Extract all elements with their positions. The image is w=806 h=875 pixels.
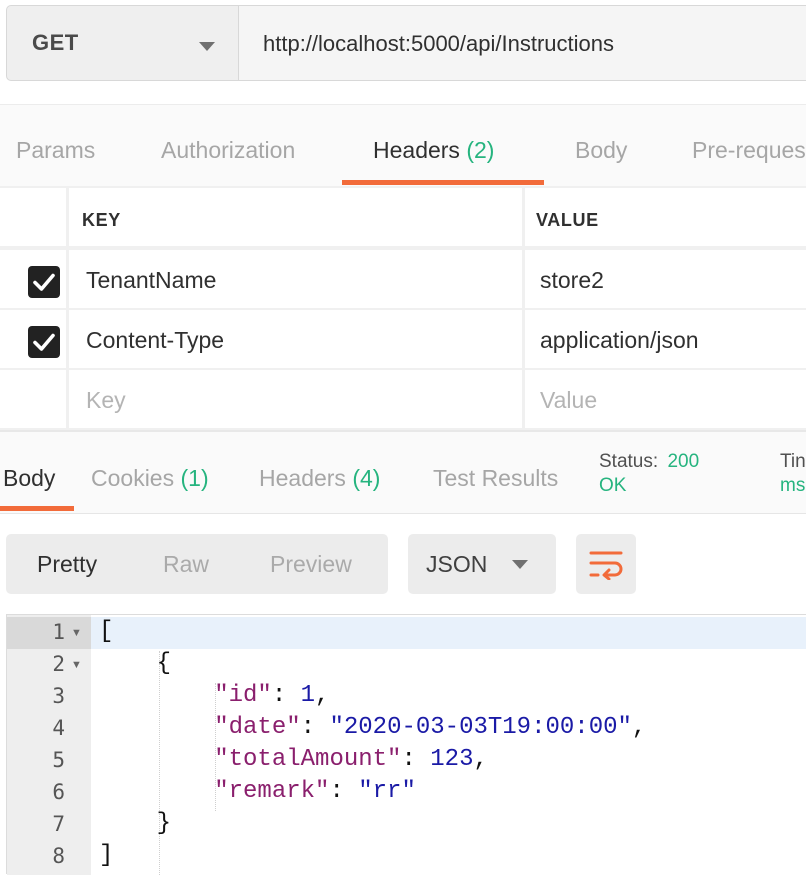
tab-headers-label: Headers [373,137,460,163]
status-readout: Status: 200 [599,451,699,473]
value-placeholder: Value [540,387,598,413]
code-line: "date": "2020-03-03T19:00:00", [214,714,647,741]
value-input[interactable]: Value [525,370,806,428]
tab-authorization[interactable]: Authorization [161,137,295,164]
table-row: Content-Type application/json [0,310,806,368]
tab-headers-count: (2) [466,137,495,163]
check-icon [33,333,55,351]
tab-body[interactable]: Body [575,137,627,164]
tab-pre-request[interactable]: Pre-reques [692,137,806,164]
request-bar: GET http://localhost:5000/api/Instructio… [0,0,806,104]
method-select[interactable]: GET [6,5,238,81]
code-line: "id": 1, [214,682,330,709]
value-column-header: VALUE [525,188,806,246]
value-text: application/json [540,327,699,353]
headers-table: KEY VALUE TenantName store2 Content-Type… [0,186,806,430]
key-text: TenantName [86,267,217,293]
line-number: 7 [52,812,65,836]
fold-arrow-icon[interactable]: ▼ [71,627,82,639]
table-row: TenantName store2 [0,250,806,308]
line-number: 2 [52,652,65,676]
key-cell[interactable]: Content-Type [69,310,522,368]
code-line: [ [99,618,114,645]
value-text: store2 [540,267,604,293]
line-number: 3 [52,684,65,708]
format-label: JSON [426,551,488,577]
chevron-down-icon [512,560,528,569]
line-number: 8 [52,844,65,868]
time-value: ms [780,475,806,496]
table-header-row: KEY VALUE [0,188,806,246]
response-tab-body[interactable]: Body [3,465,55,492]
code-line: ] [99,842,114,869]
line-number: 6 [52,780,65,804]
row-checkbox[interactable] [28,326,60,358]
row-checkbox[interactable] [28,266,60,298]
url-text: http://localhost:5000/api/Instructions [263,31,614,56]
request-tabs: Params Authorization Headers (2) Body Pr… [0,104,806,188]
line-number: 5 [52,748,65,772]
check-icon [33,273,55,291]
response-tab-test-results[interactable]: Test Results [433,465,558,492]
fold-arrow-icon[interactable]: ▼ [71,659,82,671]
status-text: OK [599,475,627,496]
url-input[interactable]: http://localhost:5000/api/Instructions [238,5,806,81]
checkbox-cell [0,310,66,368]
line-number: 4 [52,716,65,740]
value-cell[interactable]: application/json [525,310,806,368]
response-body-editor[interactable]: 1 ▼ 2 ▼ 3 4 5 6 7 8 [ { "id": 1, "date": "2020-03… [6,614,806,875]
wrap-lines-icon [589,551,623,580]
method-label: GET [32,30,79,55]
line-number: 1 [52,620,65,644]
code-line: "remark": "rr" [214,778,416,805]
tab-params[interactable]: Params [16,137,95,164]
raw-button[interactable]: Raw [163,551,209,578]
table-row-empty: Key Value [0,370,806,428]
value-cell[interactable]: store2 [525,250,806,308]
format-select[interactable]: JSON [408,534,556,594]
active-line-highlight [91,617,806,649]
tab-headers[interactable]: Headers (2) [373,137,494,164]
pretty-button[interactable]: Pretty [37,551,97,578]
key-column-header: KEY [69,188,522,246]
code-line: "totalAmount": 123, [214,746,488,773]
active-tab-indicator [342,180,544,185]
chevron-down-icon [199,42,215,51]
checkbox-cell [0,370,66,428]
wrap-lines-button[interactable] [576,534,636,594]
active-response-tab-indicator [0,506,74,511]
code-line: } [156,810,172,837]
response-tab-cookies[interactable]: Cookies (1) [91,465,209,492]
checkbox-cell [0,250,66,308]
key-header-label: KEY [82,210,121,230]
checkbox-column-header [0,188,66,246]
key-cell[interactable]: TenantName [69,250,522,308]
time-label: Tin [780,451,806,472]
response-tab-headers[interactable]: Headers (4) [259,465,380,492]
status-label: Status: [599,451,659,472]
response-tabs: Body Cookies (1) Headers (4) Test Result… [0,430,806,514]
key-placeholder: Key [86,387,126,413]
key-text: Content-Type [86,327,225,353]
preview-button[interactable]: Preview [270,551,352,578]
key-input[interactable]: Key [69,370,522,428]
code-line: { [156,650,172,677]
view-mode-group: Pretty Raw Preview [6,534,388,594]
status-code: 200 [667,451,700,472]
value-header-label: VALUE [536,210,599,230]
